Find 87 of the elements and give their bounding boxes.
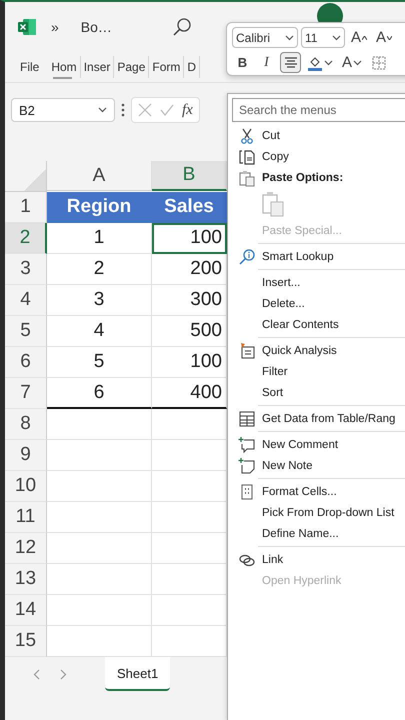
row-header[interactable]: 5 [5, 316, 47, 347]
menu-item[interactable]: New Comment [262, 438, 338, 450]
menu-item[interactable]: Clear Contents [262, 318, 339, 330]
ribbon-tab[interactable]: File [17, 56, 42, 78]
excel-logo-icon[interactable] [17, 18, 37, 36]
chevron-icon [332, 34, 341, 40]
table-icon [238, 410, 256, 428]
table-cell[interactable]: 1 [47, 223, 152, 254]
more-icon[interactable] [121, 103, 125, 117]
borders-icon [372, 56, 386, 70]
search-icon [238, 248, 256, 266]
previous-sheet-icon[interactable] [33, 668, 40, 680]
menu-item[interactable]: Pick From Drop-down List [262, 506, 394, 518]
table-cell[interactable]: 3 [47, 285, 152, 316]
row-header[interactable]: 15 [5, 626, 47, 657]
table-cell[interactable]: 6 [47, 378, 152, 409]
table-cell[interactable]: 5 [47, 347, 152, 378]
align-button[interactable] [280, 52, 301, 73]
menu-item[interactable]: Copy [262, 150, 289, 162]
menu-item[interactable]: Insert... [262, 276, 300, 288]
header-cell[interactable]: Sales [152, 192, 227, 223]
shrink-font-button[interactable]: A [373, 27, 396, 48]
menu-heading: Paste Options: [262, 172, 344, 184]
row-header[interactable]: 11 [5, 502, 47, 533]
ribbon-tab[interactable]: D [184, 56, 200, 78]
table-cell[interactable]: 100 [152, 223, 227, 254]
copy-icon [238, 148, 256, 166]
insert-function-button[interactable]: fx [182, 102, 193, 118]
font-size-dropdown[interactable]: 11 [301, 27, 345, 48]
header-cell[interactable]: Region [47, 192, 152, 223]
ribbon-tab[interactable]: Hom [48, 56, 81, 78]
row-header[interactable]: 7 [5, 378, 47, 409]
row-header[interactable]: 4 [5, 285, 47, 316]
quick-analysis-icon [238, 342, 256, 360]
chevron-icon [353, 60, 362, 66]
search-icon[interactable] [172, 17, 192, 37]
menu-item[interactable]: Cut [262, 130, 280, 142]
search-field[interactable]: Search the menus [232, 98, 405, 122]
ribbon-tab[interactable]: Page [114, 56, 150, 78]
row-header[interactable]: 13 [5, 564, 47, 595]
name-box[interactable]: B2 [11, 98, 115, 122]
menu-item[interactable]: Format Cells... [262, 486, 337, 498]
note-icon [238, 456, 256, 474]
sheet-tab[interactable]: Sheet1 [105, 657, 170, 691]
italic-button[interactable]: I [256, 52, 277, 73]
menu-item[interactable]: New Note [262, 460, 312, 472]
table-cell[interactable]: 4 [47, 316, 152, 347]
column-header[interactable]: A [47, 161, 152, 191]
menu-item[interactable]: Link [262, 554, 284, 566]
caret-icon [362, 36, 368, 40]
menu-item[interactable]: Sort [262, 386, 284, 398]
menu-item[interactable]: Quick Analysis [262, 344, 337, 356]
grow-font-button[interactable]: A [348, 27, 370, 48]
font-dropdown[interactable]: Calibri [232, 27, 298, 48]
chevron-icon [98, 107, 107, 113]
bold-button[interactable]: B [232, 52, 253, 73]
align-center-icon [284, 56, 298, 68]
check-icon[interactable] [160, 104, 174, 116]
menu-item[interactable]: Define Name... [262, 528, 339, 540]
row-header[interactable]: 14 [5, 595, 47, 626]
cancel-icon[interactable] [138, 103, 152, 117]
clipboard-icon [238, 168, 256, 186]
file-name: Bo… [80, 19, 112, 35]
overflow-button[interactable]: » [51, 19, 59, 35]
row-header[interactable]: 12 [5, 533, 47, 564]
next-sheet-icon[interactable] [60, 668, 67, 680]
column-header[interactable]: B [152, 161, 227, 191]
row-header[interactable]: 6 [5, 347, 47, 378]
chevron-icon [285, 34, 294, 40]
menu-item[interactable]: Get Data from Table/Rang [262, 412, 396, 424]
caret-icon [387, 36, 392, 40]
menu-item[interactable]: Smart Lookup [262, 250, 334, 262]
menu-item[interactable]: Filter [262, 366, 288, 378]
font-color-button[interactable]: A [339, 52, 366, 73]
ribbon-tab[interactable]: Form [149, 56, 184, 78]
row-header[interactable]: 9 [5, 440, 47, 471]
menu-item[interactable]: Delete... [262, 298, 305, 310]
chevron-icon [324, 60, 333, 66]
row-header[interactable]: 3 [5, 254, 47, 285]
row-header[interactable]: 2 [5, 223, 47, 254]
comment-icon [238, 436, 256, 454]
ribbon-tab[interactable]: Inser [80, 56, 114, 78]
row-header[interactable]: 10 [5, 471, 47, 502]
table-cell[interactable]: 2 [47, 254, 152, 285]
row-header[interactable]: 1 [5, 192, 47, 223]
row-header[interactable]: 8 [5, 409, 47, 440]
fill-bucket-icon [307, 54, 323, 70]
